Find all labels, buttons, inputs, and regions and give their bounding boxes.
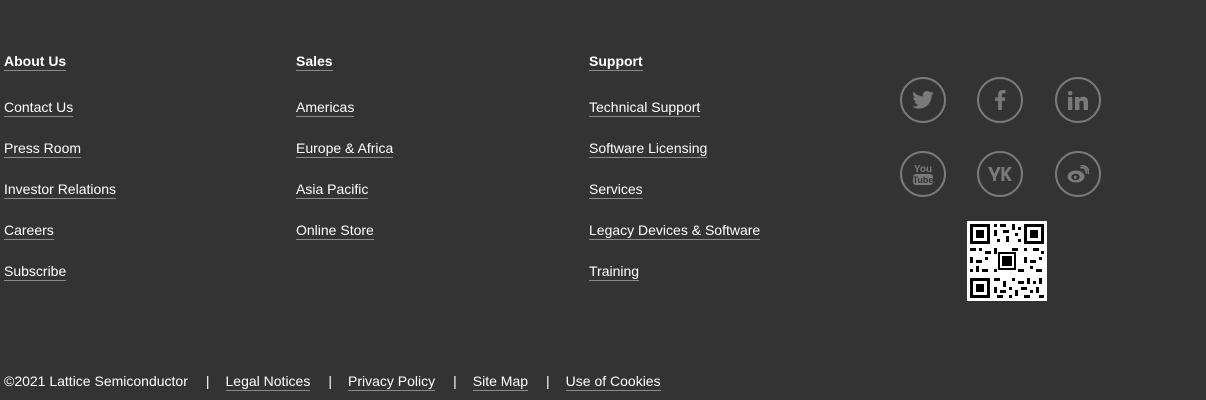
footer-legal-bar: ©2021 Lattice Semiconductor | Legal Notice… (4, 372, 661, 391)
link-contact-us[interactable]: Contact Us (4, 98, 74, 117)
link-press-room[interactable]: Press Room (4, 139, 82, 158)
separator: | (546, 373, 550, 389)
twitter-icon[interactable] (900, 77, 946, 123)
link-subscribe[interactable]: Subscribe (4, 262, 67, 281)
column-heading-sales[interactable]: Sales (296, 52, 333, 71)
vk-icon[interactable] (977, 151, 1023, 197)
link-legal-notices[interactable]: Legal Notices (225, 372, 311, 391)
link-europe-africa[interactable]: Europe & Africa (296, 139, 394, 158)
link-asia-pacific[interactable]: Asia Pacific (296, 180, 369, 199)
footer-column-support: Support Technical Support Software Licen… (589, 52, 761, 281)
weibo-icon[interactable] (1055, 151, 1101, 197)
link-investor-relations[interactable]: Investor Relations (4, 180, 117, 199)
svg-text:You: You (914, 164, 932, 175)
facebook-icon[interactable] (977, 77, 1023, 123)
link-legacy-devices-software[interactable]: Legacy Devices & Software (589, 221, 761, 240)
link-software-licensing[interactable]: Software Licensing (589, 139, 708, 158)
copyright-text: ©2021 Lattice Semiconductor (4, 373, 188, 389)
wechat-qr-code (967, 221, 1047, 301)
link-privacy-policy[interactable]: Privacy Policy (347, 372, 436, 391)
footer-column-sales: Sales Americas Europe & Africa Asia Paci… (296, 52, 394, 240)
separator: | (205, 373, 210, 389)
link-americas[interactable]: Americas (296, 98, 355, 117)
separator: | (328, 373, 332, 389)
link-training[interactable]: Training (589, 262, 640, 281)
link-technical-support[interactable]: Technical Support (589, 98, 701, 117)
column-heading-support[interactable]: Support (589, 52, 643, 71)
link-careers[interactable]: Careers (4, 221, 54, 240)
svg-text:Tube: Tube (913, 175, 934, 185)
link-use-of-cookies[interactable]: Use of Cookies (565, 372, 661, 391)
footer-column-about: About Us Contact Us Press Room Investor … (4, 52, 117, 281)
youtube-icon[interactable]: You Tube (900, 151, 946, 197)
link-services[interactable]: Services (589, 180, 643, 199)
linkedin-icon[interactable] (1055, 77, 1101, 123)
column-heading-about-us[interactable]: About Us (4, 52, 67, 71)
separator: | (453, 373, 457, 389)
link-online-store[interactable]: Online Store (296, 221, 374, 240)
link-site-map[interactable]: Site Map (472, 372, 529, 391)
